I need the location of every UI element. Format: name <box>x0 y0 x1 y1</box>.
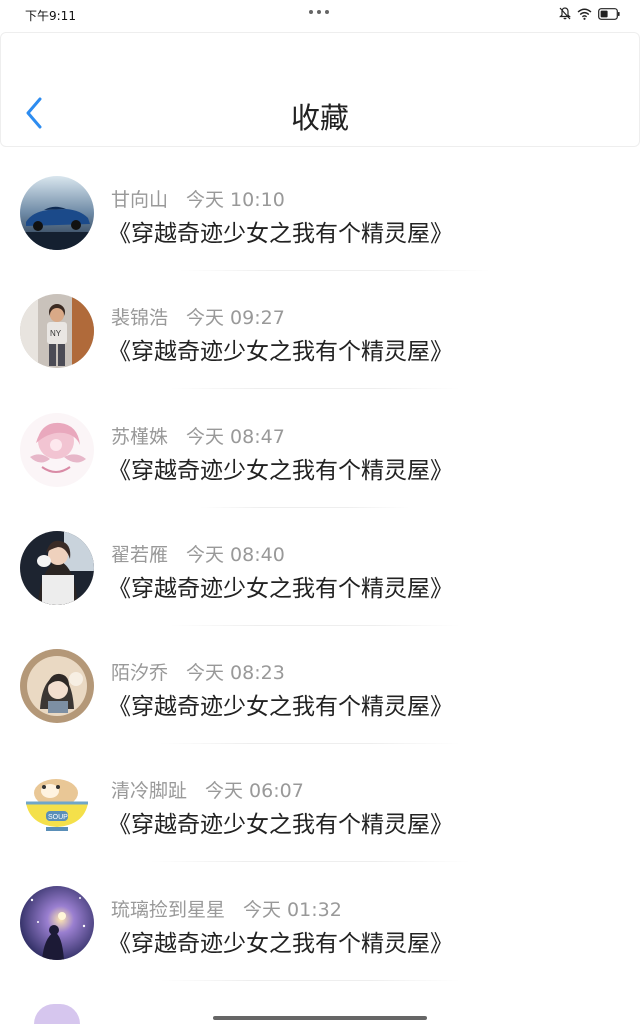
list-item[interactable]: NY 裴锦浩 今天 09:27 《穿越奇迹少女之我有个精灵屋》 <box>0 294 640 412</box>
status-time: 下午9:11 <box>25 9 76 23</box>
user-name: 裴锦浩 <box>111 307 169 330</box>
boy-photo-avatar-icon: NY <box>20 294 94 369</box>
list-item[interactable]: 翟若雁 今天 08:40 《穿越奇迹少女之我有个精灵屋》 <box>0 530 640 649</box>
item-meta: 陌汐乔 今天 08:23 <box>111 658 285 685</box>
user-name: 苏槿姝 <box>111 425 169 448</box>
status-bar: 下午9:11 <box>0 0 640 30</box>
page-title: 收藏 <box>290 101 349 135</box>
user-name: 翟若雁 <box>111 543 169 566</box>
item-meta: 琉璃捡到星星 今天 01:32 <box>111 895 342 922</box>
list-item[interactable]: SOUP 清冷脚趾 今天 06:07 《穿越奇迹少女之我有个精灵屋》 <box>0 767 640 885</box>
starry-night-avatar-icon <box>20 885 94 960</box>
nav-bar: 收藏 <box>0 32 640 147</box>
timestamp: 今天 08:47 <box>186 425 285 448</box>
list-item[interactable]: 甘向山 今天 10:10 《穿越奇迹少女之我有个精灵屋》 <box>0 176 640 294</box>
item-meta: 裴锦浩 今天 09:27 <box>111 303 285 330</box>
book-title[interactable]: 《穿越奇迹少女之我有个精灵屋》 <box>108 805 453 839</box>
user-name: 陌汐乔 <box>111 662 169 685</box>
book-title[interactable]: 《穿越奇迹少女之我有个精灵屋》 <box>108 687 453 721</box>
mute-bell-icon <box>559 7 571 20</box>
more-dots-icon <box>309 10 329 14</box>
divider <box>150 861 470 863</box>
book-title[interactable]: 《穿越奇迹少女之我有个精灵屋》 <box>108 332 453 366</box>
favorites-list: 甘向山 今天 10:10 《穿越奇迹少女之我有个精灵屋》 NY 裴锦浩 今天 09:… <box>0 176 640 1004</box>
divider <box>170 624 460 626</box>
divider <box>160 743 460 745</box>
book-title[interactable]: 《穿越奇迹少女之我有个精灵屋》 <box>108 214 453 248</box>
book-title[interactable]: 《穿越奇迹少女之我有个精灵屋》 <box>108 569 453 603</box>
divider <box>200 506 410 508</box>
list-item[interactable]: 琉璃捡到星星 今天 01:32 《穿越奇迹少女之我有个精灵屋》 <box>0 885 640 1004</box>
svg-text:SOUP: SOUP <box>48 814 68 821</box>
item-meta: 翟若雁 今天 08:40 <box>111 540 285 567</box>
book-title[interactable]: 《穿越奇迹少女之我有个精灵屋》 <box>108 924 453 958</box>
svg-text:NY: NY <box>50 329 62 338</box>
timestamp: 今天 06:07 <box>205 780 304 803</box>
status-icons <box>559 7 620 20</box>
user-name: 甘向山 <box>111 189 169 211</box>
wifi-icon <box>577 8 592 20</box>
user-name: 清冷脚趾 <box>111 780 188 803</box>
item-meta: 清冷脚趾 今天 06:07 <box>111 776 304 803</box>
car-avatar-icon <box>20 176 94 250</box>
item-meta: 甘向山 今天 10:10 <box>111 185 285 212</box>
partial-avatar-icon <box>34 1004 80 1024</box>
divider <box>160 979 460 981</box>
item-meta: 苏槿姝 今天 08:47 <box>111 422 285 449</box>
pink-anime-avatar-icon <box>20 412 94 487</box>
hamster-soup-avatar-icon: SOUP <box>20 767 94 842</box>
girl-photo-avatar-icon <box>20 530 94 605</box>
list-item[interactable]: 苏槿姝 今天 08:47 《穿越奇迹少女之我有个精灵屋》 <box>0 412 640 531</box>
timestamp: 今天 09:27 <box>186 307 285 330</box>
timestamp: 今天 08:40 <box>186 543 285 566</box>
book-title[interactable]: 《穿越奇迹少女之我有个精灵屋》 <box>108 451 453 485</box>
list-item[interactable]: 陌汐乔 今天 08:23 《穿越奇迹少女之我有个精灵屋》 <box>0 649 640 767</box>
illustrated-girl-avatar-icon <box>20 649 94 724</box>
timestamp: 今天 10:10 <box>186 189 285 211</box>
timestamp: 今天 08:23 <box>186 662 285 685</box>
battery-icon <box>598 7 620 20</box>
home-indicator[interactable] <box>213 1016 427 1020</box>
user-name: 琉璃捡到星星 <box>111 898 226 921</box>
divider <box>180 270 490 271</box>
divider <box>170 388 460 390</box>
timestamp: 今天 01:32 <box>243 898 342 921</box>
